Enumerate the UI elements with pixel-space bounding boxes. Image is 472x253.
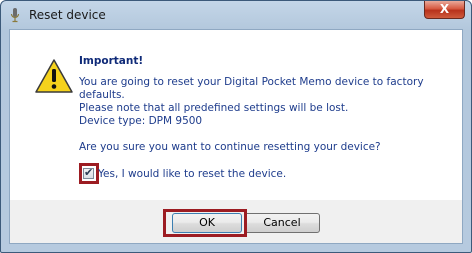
message-panel: Important! You are going to reset your D…: [10, 30, 462, 200]
checkbox-highlight-box: [79, 163, 99, 184]
close-icon: X: [439, 2, 450, 16]
checkbox-label[interactable]: Yes, I would like to reset the device.: [98, 168, 286, 180]
message-line: Device type: DPM 9500: [79, 115, 203, 127]
dialog-window: Reset device X Important! You are going …: [0, 0, 472, 253]
message-line: You are going to reset your Digital Pock…: [79, 76, 424, 88]
warning-icon: [35, 59, 73, 93]
window-title: Reset device: [29, 8, 106, 22]
close-button[interactable]: X: [424, 1, 465, 19]
confirm-question: Are you sure you want to continue resett…: [79, 141, 381, 153]
message-line: defaults.: [79, 89, 125, 101]
dialog-client-area: Important! You are going to reset your D…: [9, 29, 463, 244]
cancel-button[interactable]: Cancel: [244, 213, 320, 233]
microphone-icon: [10, 8, 20, 23]
message-line: Please note that all predefined settings…: [79, 102, 349, 114]
title-bar[interactable]: Reset device X: [1, 1, 471, 29]
ok-button-highlight-box: [163, 209, 247, 237]
dialog-heading: Important!: [79, 55, 144, 67]
